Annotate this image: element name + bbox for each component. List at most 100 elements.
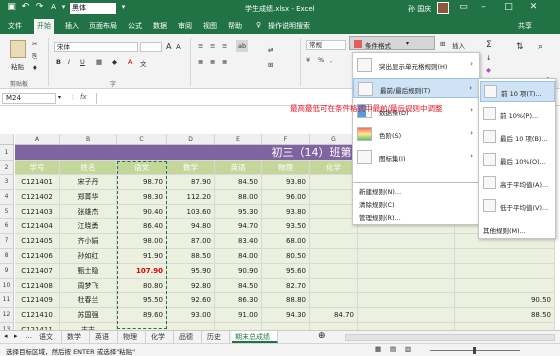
submenu-item[interactable]: 最后 10 项(B)... [480,127,555,148]
grid-cell[interactable] [358,308,455,323]
sheet-tab[interactable]: 数学 [64,331,90,343]
column-header[interactable]: G [310,134,358,145]
column-header[interactable]: E [215,134,262,145]
sheet-tab[interactable]: 化学 [148,331,174,343]
cut-icon[interactable]: ✂ [32,40,37,48]
math-score-cell[interactable]: 88.50 [167,249,215,264]
chinese-score-cell[interactable]: 91.90 [117,249,167,264]
insert-cells-icon[interactable]: ⊞ [440,40,445,48]
tab-view[interactable]: 视图 [203,21,217,31]
student-name-cell[interactable]: 齐小娟 [60,234,117,249]
chemistry-score-cell[interactable] [310,263,358,279]
format-painter-icon[interactable]: ♦ [32,64,38,72]
english-score-cell[interactable]: 91.00 [215,308,262,323]
clear-icon[interactable]: ◆ [486,66,491,74]
conditional-format-button[interactable]: 条件格式 ▾ [349,36,435,50]
underline-icon[interactable]: U [80,58,85,66]
more-rules-item[interactable]: 其他规则(M)... [483,225,526,235]
submenu-item[interactable]: 前 10%(P)... [480,104,555,125]
fill-icon[interactable]: ↓ [486,54,491,62]
chemistry-score-cell[interactable] [310,278,358,294]
column-title-cell[interactable]: 物理 [262,161,310,175]
grow-font-icon[interactable]: A [166,42,171,51]
physics-score-cell[interactable]: 94.30 [262,308,310,323]
row-header[interactable]: 3 [0,175,14,190]
menu-item-color-scales[interactable]: 色阶(S) › [353,124,479,144]
manage-rules-item[interactable]: 管理规则(R)... [359,212,401,222]
physics-score-cell[interactable]: 96.00 [262,189,310,205]
new-rule-item[interactable]: 新建规则(N)... [359,186,401,196]
more-sheets-icon[interactable]: … [25,332,32,340]
user-name[interactable]: 孙 国庆 [408,4,431,14]
redo-icon[interactable]: ↷ [34,2,45,13]
align-left-icon[interactable]: ≣ [198,58,203,66]
column-header[interactable]: B [60,134,117,145]
menu-item-icon-sets[interactable]: 图标集(I) › [353,147,479,167]
find-icon[interactable]: ⌕ [538,42,543,52]
row-header[interactable]: 2 [0,161,14,175]
english-score-cell[interactable]: 86.30 [215,293,262,309]
select-all-corner[interactable] [0,134,14,145]
chinese-score-cell[interactable]: 107.90 [117,263,167,279]
align-center-icon[interactable]: ≣ [210,58,215,66]
customize-qa-icon[interactable]: ▾ [118,2,129,13]
physics-score-cell[interactable]: 95.60 [262,263,310,279]
column-title-cell[interactable]: 学号 [15,161,60,175]
chinese-score-cell[interactable]: 95.50 [117,293,167,309]
minimize-icon[interactable]: – [478,2,489,13]
physics-score-cell[interactable]: 93.80 [262,204,310,220]
font-color-icon[interactable]: A [128,58,132,66]
maximize-icon[interactable]: □ [503,2,514,13]
shrink-font-icon[interactable]: A [176,43,181,51]
chemistry-score-cell[interactable] [310,175,358,190]
english-score-cell[interactable]: 84.50 [215,175,262,190]
chemistry-score-cell[interactable]: 84.70 [310,308,358,323]
normal-view-icon[interactable]: ▦ [375,345,381,353]
save-icon[interactable]: ▣ [6,2,17,13]
student-id-cell[interactable]: C121401 [15,175,60,190]
fx-icon[interactable]: fx [80,93,87,101]
chemistry-score-cell[interactable] [310,293,358,309]
student-name-cell[interactable]: 张雄杰 [60,204,117,220]
column-header[interactable]: C [117,134,167,145]
fill-color-icon[interactable]: ◆ [112,58,117,66]
paste-icon[interactable] [10,40,26,58]
tab-formulas[interactable]: 公式 [128,21,142,31]
ribbon-display-icon[interactable]: ▭ [458,2,469,13]
align-right-icon[interactable]: ≣ [222,58,227,66]
scroll-left-icon[interactable]: ◂ [4,332,8,340]
row-header[interactable]: 9 [0,263,14,279]
tell-me-search[interactable]: 操作说明搜索 [268,21,310,31]
student-id-cell[interactable]: C121410 [15,308,60,323]
column-header[interactable]: A [15,134,60,145]
student-id-cell[interactable]: C121409 [15,293,60,309]
scroll-right-icon[interactable]: ▸ [14,332,18,340]
grid-cell[interactable] [358,263,455,279]
chinese-score-cell[interactable]: 98.70 [117,175,167,190]
chemistry-score-cell[interactable] [310,189,358,205]
student-name-cell[interactable]: 宋子丹 [60,175,117,190]
page-break-view-icon[interactable]: ▥ [405,345,411,353]
new-sheet-icon[interactable]: ⊕ [318,331,326,341]
sheet-tab[interactable]: 历史 [204,331,230,343]
close-icon[interactable]: ✕ [528,2,539,13]
student-id-cell[interactable]: C121404 [15,219,60,235]
wrap-text-icon[interactable]: ⇄ [268,46,273,54]
chemistry-score-cell[interactable] [310,234,358,249]
physics-score-cell[interactable]: 93.50 [262,219,310,235]
student-id-cell[interactable]: C121403 [15,204,60,220]
grid-cell[interactable] [358,293,455,309]
math-score-cell[interactable]: 112.20 [167,189,215,205]
physics-score-cell[interactable]: 68.00 [262,234,310,249]
column-header[interactable]: F [262,134,310,145]
submenu-item[interactable]: 低于平均值(V)... [480,196,555,217]
student-id-cell[interactable]: C121406 [15,249,60,264]
physics-score-cell[interactable]: 80.50 [262,249,310,264]
row-header[interactable]: 11 [0,293,14,309]
row-header[interactable]: 10 [0,278,14,294]
chinese-score-cell[interactable]: 80.80 [117,278,167,294]
align-bottom-icon[interactable]: ≡ [222,42,227,50]
row-header[interactable]: 4 [0,189,14,205]
merge-icon[interactable]: ⊞ [268,61,273,69]
font-size-input[interactable] [140,42,162,52]
